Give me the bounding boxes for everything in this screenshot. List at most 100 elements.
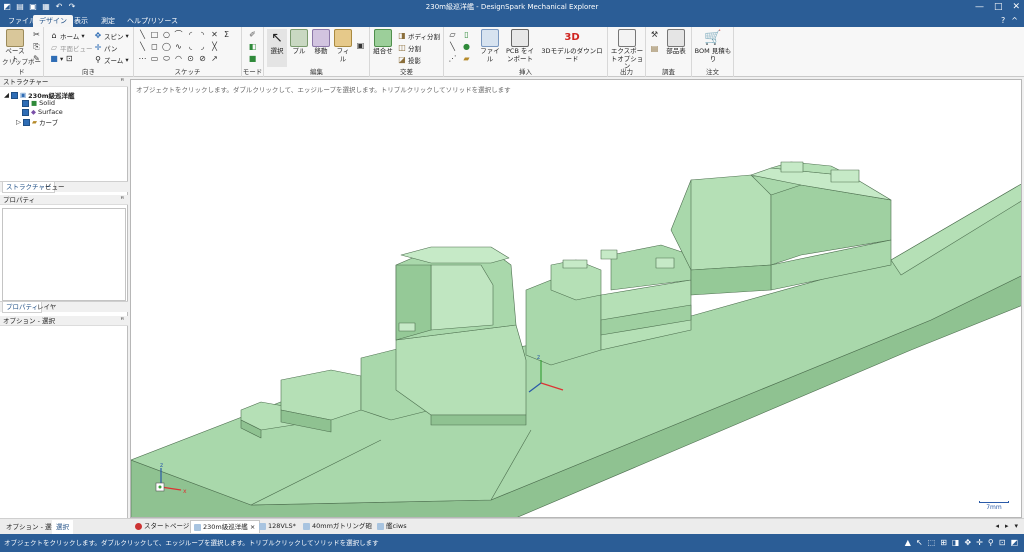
plane-insert-icon[interactable]: ▱ xyxy=(448,30,457,39)
view-status-icon[interactable]: ◩ xyxy=(1010,534,1018,552)
plane-view-button[interactable]: ▱ 平面ビュー xyxy=(50,43,93,54)
project-button[interactable]: ◪ 投影 xyxy=(398,55,421,66)
spin-button[interactable]: ✥ スピン ▾ xyxy=(94,31,129,42)
sweep-arc-icon[interactable]: ◠ xyxy=(174,54,183,63)
pull-button[interactable]: プル xyxy=(290,29,308,56)
tab-help[interactable]: ヘルプ/リソース xyxy=(121,15,184,27)
zoom-button[interactable]: ⚲ ズーム ▾ xyxy=(94,55,129,66)
ellipse-tool-icon[interactable]: ⬭ xyxy=(162,54,171,63)
slot-tool-icon[interactable]: ▭ xyxy=(150,54,159,63)
doc-tab-ciws[interactable]: 艦ciws xyxy=(374,520,411,533)
tangent-line-icon[interactable]: ╲ xyxy=(138,42,147,51)
cylinder-icon[interactable]: ▯ xyxy=(462,30,471,39)
3d-viewport[interactable]: オブジェクトをクリックします。ダブルクリックして、エッジループを選択します。トリ… xyxy=(130,79,1022,518)
bom-quote-button[interactable]: 🛒 BOM 見積もり xyxy=(694,29,732,63)
section-mode-icon[interactable]: ◧ xyxy=(248,42,257,51)
tree-item-surface[interactable]: ◆ Surface xyxy=(22,108,63,116)
cut-icon[interactable]: ✂ xyxy=(32,30,41,39)
combine-button[interactable]: 組合せ xyxy=(373,29,393,56)
fillet-tool-icon[interactable]: ◟ xyxy=(186,42,195,51)
tab-views[interactable]: ビュー xyxy=(42,182,68,193)
point-tool-icon[interactable]: ⋯ xyxy=(138,54,147,63)
doc-tab-cruiser[interactable]: 230m級巡洋艦 × xyxy=(190,520,261,533)
circle-tool-icon[interactable]: ○ xyxy=(162,30,171,39)
bend-icon[interactable]: ↗ xyxy=(210,54,219,63)
close-button[interactable]: ✕ xyxy=(1012,0,1020,14)
expand-icon[interactable]: ▷ xyxy=(16,118,21,126)
sketch-mode-icon[interactable]: ✐ xyxy=(248,30,257,39)
download-3d-button[interactable]: 3D 3Dモデルのダウンロード xyxy=(540,29,604,63)
select-mode-icon[interactable]: ↖ xyxy=(916,534,923,552)
parts-table-button[interactable]: 部品表 xyxy=(664,29,688,56)
visibility-checkbox[interactable] xyxy=(22,108,29,116)
line-tool-icon[interactable]: ╲ xyxy=(138,30,147,39)
home-button[interactable]: ⌂ ホーム ▾ xyxy=(50,31,84,42)
doc-tab-start[interactable]: スタートページ xyxy=(132,520,193,533)
move-button[interactable]: 移動 xyxy=(312,29,330,56)
pin-icon[interactable]: ꟸ xyxy=(121,316,124,326)
maximize-button[interactable]: □ xyxy=(994,0,1003,14)
pin-icon[interactable]: ꟸ xyxy=(121,77,124,87)
sum-tool-icon[interactable]: Σ xyxy=(222,30,231,39)
copy-icon[interactable]: ⎘ xyxy=(32,42,41,51)
offset-tool-icon[interactable]: ◞ xyxy=(198,42,207,51)
pin-icon[interactable]: ꟸ xyxy=(121,195,124,205)
properties-grid[interactable] xyxy=(2,208,126,301)
split-button[interactable]: ◫ 分割 xyxy=(398,43,421,54)
box-select-icon[interactable]: ⬚ xyxy=(928,534,936,552)
rectangle-tool-icon[interactable]: □ xyxy=(150,30,159,39)
tab-selection[interactable]: 選択 xyxy=(52,520,73,534)
split-body-button[interactable]: ◨ ボディ分割 xyxy=(398,31,440,42)
view-cube-button[interactable]: ■ ▾ ⊡ xyxy=(50,55,73,64)
grid-icon[interactable]: ⊞ xyxy=(940,534,947,552)
minimize-button[interactable]: — xyxy=(975,0,984,14)
tab-next-icon[interactable]: ▸ xyxy=(1005,522,1009,530)
file-insert-button[interactable]: ファイル xyxy=(480,29,500,63)
construction-icon[interactable]: ⊙ xyxy=(186,54,195,63)
visibility-checkbox[interactable] xyxy=(22,99,29,107)
visibility-checkbox[interactable] xyxy=(23,118,30,126)
spin-status-icon[interactable]: ✥ xyxy=(964,534,971,552)
tree-item-solid[interactable]: ■ Solid xyxy=(22,99,55,107)
split-line-icon[interactable]: ╳ xyxy=(210,42,219,51)
tab-design[interactable]: デザイン xyxy=(33,15,73,27)
doc-tab-vls[interactable]: 128VLS* xyxy=(256,520,300,533)
display-icon[interactable]: ◨ xyxy=(952,534,960,552)
tab-layers[interactable]: レイヤ xyxy=(34,302,59,313)
export-options-button[interactable]: エクスポートオプション xyxy=(610,29,644,71)
circle3-tool-icon[interactable]: ◯ xyxy=(162,42,171,51)
cone-icon[interactable]: ▰ xyxy=(462,54,471,63)
tab-list-icon[interactable]: ▾ xyxy=(1014,522,1018,530)
spline-tool-icon[interactable]: ∿ xyxy=(174,42,183,51)
close-tab-icon[interactable]: × xyxy=(250,523,255,531)
fill-button[interactable]: フィル xyxy=(334,29,352,63)
help-icon[interactable]: ? xyxy=(1001,16,1005,25)
pcb-import-button[interactable]: PCB をインポート xyxy=(504,29,536,63)
3d-mode-icon[interactable]: ■ xyxy=(248,54,257,63)
face-curve-icon[interactable]: ⊘ xyxy=(198,54,207,63)
zoom-fit-icon[interactable]: ⊡ xyxy=(999,534,1006,552)
pan-button[interactable]: ✛ パン xyxy=(94,43,118,54)
fill-extra-icon[interactable]: ▣ xyxy=(356,41,365,50)
ribbon-minimize-icon[interactable]: ^ xyxy=(1011,16,1018,25)
sphere-icon[interactable]: ● xyxy=(462,42,471,51)
expand-icon[interactable]: ◢ xyxy=(4,91,9,99)
check-icon[interactable]: ▤ xyxy=(650,44,659,53)
measure-icon[interactable]: ⚒ xyxy=(650,30,659,39)
trim-tool-icon[interactable]: ✕ xyxy=(210,30,219,39)
polygon-tool-icon[interactable]: ◻ xyxy=(150,42,159,51)
zoom-status-icon[interactable]: ⚲ xyxy=(988,534,994,552)
doc-tab-gatling[interactable]: 40mmガトリング砲 xyxy=(300,520,376,533)
visibility-checkbox[interactable] xyxy=(11,91,18,99)
arc3-tool-icon[interactable]: ◝ xyxy=(198,30,207,39)
arc2-tool-icon[interactable]: ◜ xyxy=(186,30,195,39)
pan-status-icon[interactable]: ✛ xyxy=(976,534,983,552)
ship-model[interactable]: z z x xyxy=(131,80,1022,518)
tab-prev-icon[interactable]: ◂ xyxy=(995,522,999,530)
tab-measure[interactable]: 測定 xyxy=(95,15,121,27)
origin-insert-icon[interactable]: ⋰ xyxy=(448,54,457,63)
tab-view[interactable]: 表示 xyxy=(68,15,94,27)
arc-tool-icon[interactable]: ⌒ xyxy=(174,30,183,39)
triangle-up-icon[interactable]: ▲ xyxy=(905,534,911,552)
tree-item-curve[interactable]: ▷ ▰ カーブ xyxy=(16,117,58,127)
